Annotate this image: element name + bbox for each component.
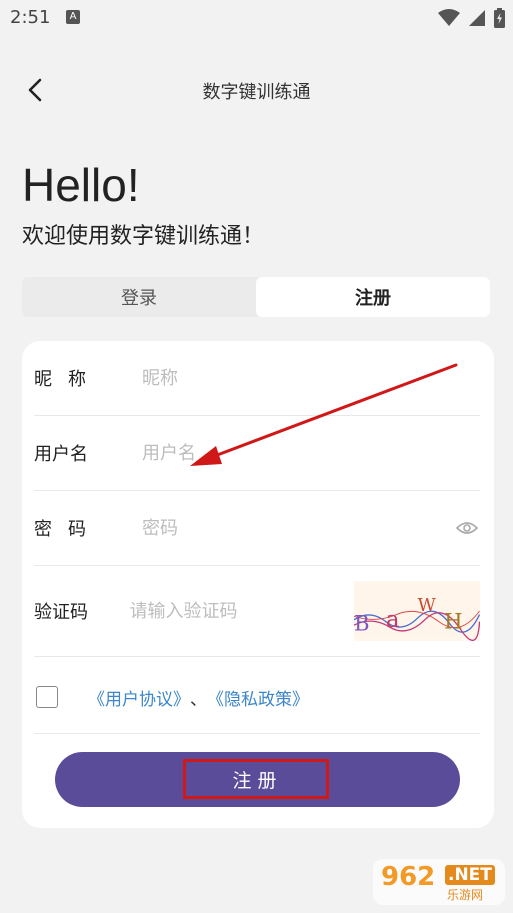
notification-icon: A [66,10,80,24]
battery-icon [494,8,505,28]
welcome-text: 欢迎使用数字键训练通！ [22,224,265,249]
signal-icon [469,10,485,26]
status-bar: 2:51 A [0,0,513,36]
page-title: 数字键训练通 [202,82,311,103]
username-row: 用户名 [34,416,480,491]
captcha-input[interactable] [129,600,355,622]
nickname-label: 昵称 [34,369,102,390]
captcha-row: 验证码 B a W H [34,566,480,657]
nickname-row: 昵称 [34,341,480,416]
privacy-policy-link[interactable]: 《隐私政策》 [207,685,309,710]
tab-login[interactable]: 登录 [22,277,256,317]
password-row: 密码 [34,491,480,566]
captcha-char-3: W [418,596,437,616]
status-time: 2:51 [10,7,51,28]
annotation-highlight-box [183,759,329,799]
watermark-logo: 962 .NET 乐游网 [373,859,505,905]
auth-tabs: 登录 注册 [22,277,490,317]
captcha-char-2: a [386,607,400,633]
username-input[interactable] [142,442,480,464]
agreement-row: 《用户协议》 、 《隐私政策》 [34,661,480,734]
agreement-links: 《用户协议》 、 《隐私政策》 [88,685,309,710]
eye-icon [456,522,478,534]
password-label: 密码 [34,519,102,540]
captcha-char-4: H [445,610,464,635]
nickname-input[interactable] [142,367,480,389]
watermark-number: 962 [381,862,436,892]
watermark-subtitle: 乐游网 [447,888,484,902]
register-submit-button[interactable]: 注册 [55,752,460,807]
status-icons [438,8,505,28]
captcha-label: 验证码 [34,602,88,623]
tab-register[interactable]: 注册 [256,277,490,317]
agreement-separator: 、 [190,689,207,710]
user-agreement-link[interactable]: 《用户协议》 [88,685,190,710]
wifi-icon [438,9,460,26]
watermark-suffix: .NET [445,865,495,885]
username-label: 用户名 [34,444,88,465]
register-form-card: 昵称 用户名 密码 验证码 B a W H [22,341,494,828]
captcha-char-1: B [354,611,370,636]
agree-checkbox[interactable] [36,686,58,708]
hello-heading: Hello! [22,159,140,211]
password-input[interactable] [142,517,454,539]
captcha-image[interactable]: B a W H [354,581,480,641]
top-app-bar: 数字键训练通 [0,60,513,120]
show-password-toggle[interactable] [454,518,480,538]
